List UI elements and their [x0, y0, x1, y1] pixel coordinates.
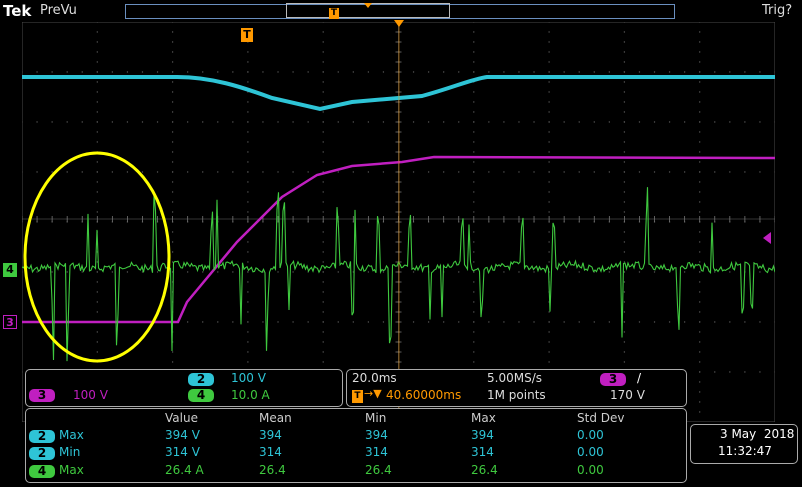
col-header-max: Max [471, 411, 496, 425]
table-cell-max: 26.4 [471, 463, 498, 477]
table-cell-min: 394 [365, 428, 388, 442]
ch2-badge[interactable]: 2 [188, 373, 214, 386]
col-header-std-dev: Std Dev [577, 411, 625, 425]
trigger-source-badge[interactable]: 3 [600, 373, 626, 386]
record-trigger-marker: T [329, 8, 339, 19]
position-t-icon: T [352, 390, 363, 403]
col-header-mean: Mean [259, 411, 292, 425]
col-header-min: Min [365, 411, 387, 425]
ch4-badge[interactable]: 4 [188, 389, 214, 402]
ch4-ground-marker[interactable]: 4 [3, 263, 17, 277]
table-cell-std: 0.00 [577, 445, 604, 459]
waveform-graticule [22, 22, 775, 422]
table-cell-std: 0.00 [577, 428, 604, 442]
position-arrow-icon: →▼ [364, 387, 382, 400]
ch2-scale: 100 V [231, 371, 266, 385]
table-row-label: Min [59, 445, 81, 459]
trigger-t-marker[interactable]: T [241, 28, 253, 42]
trigger-status: Trig? [762, 3, 793, 18]
time-per-div: 20.0ms [352, 371, 397, 385]
table-cell-mean: 394 [259, 428, 282, 442]
ch3-badge[interactable]: 3 [29, 389, 55, 402]
table-row-ch-badge: 4 [29, 465, 55, 478]
date-display: 3 May 2018 [720, 427, 795, 441]
table-row-ch-badge: 2 [29, 447, 55, 460]
brand-logo: Tek [3, 2, 32, 20]
trigger-level-arrow-icon [394, 20, 404, 27]
trigger-slope-icon: / [637, 371, 642, 385]
table-cell-mean: 314 [259, 445, 282, 459]
table-cell-min: 26.4 [365, 463, 392, 477]
horizontal-position: 40.60000ms [386, 388, 462, 402]
ch3-ground-marker[interactable]: 3 [3, 315, 17, 329]
ch4-scale: 10.0 A [231, 388, 270, 402]
table-cell-std: 0.00 [577, 463, 604, 477]
time-display: 11:32:47 [718, 444, 772, 458]
table-cell-min: 314 [365, 445, 388, 459]
table-row-ch-badge: 2 [29, 430, 55, 443]
table-cell-max: 314 [471, 445, 494, 459]
table-cell-max: 394 [471, 428, 494, 442]
table-cell-value: 26.4 A [165, 463, 204, 477]
ch3-scale: 100 V [73, 388, 108, 402]
trigger-level-marker-icon[interactable] [763, 232, 771, 244]
record-length: 1M points [487, 388, 546, 402]
table-cell-value: 394 V [165, 428, 200, 442]
table-row-label: Max [59, 463, 84, 477]
sample-rate: 5.00MS/s [487, 371, 542, 385]
trigger-level: 170 V [610, 388, 645, 402]
acquisition-mode: PreVu [40, 3, 77, 18]
record-position-caret-icon [364, 3, 372, 8]
table-cell-value: 314 V [165, 445, 200, 459]
table-row-label: Max [59, 428, 84, 442]
col-header-value: Value [165, 411, 198, 425]
table-cell-mean: 26.4 [259, 463, 286, 477]
